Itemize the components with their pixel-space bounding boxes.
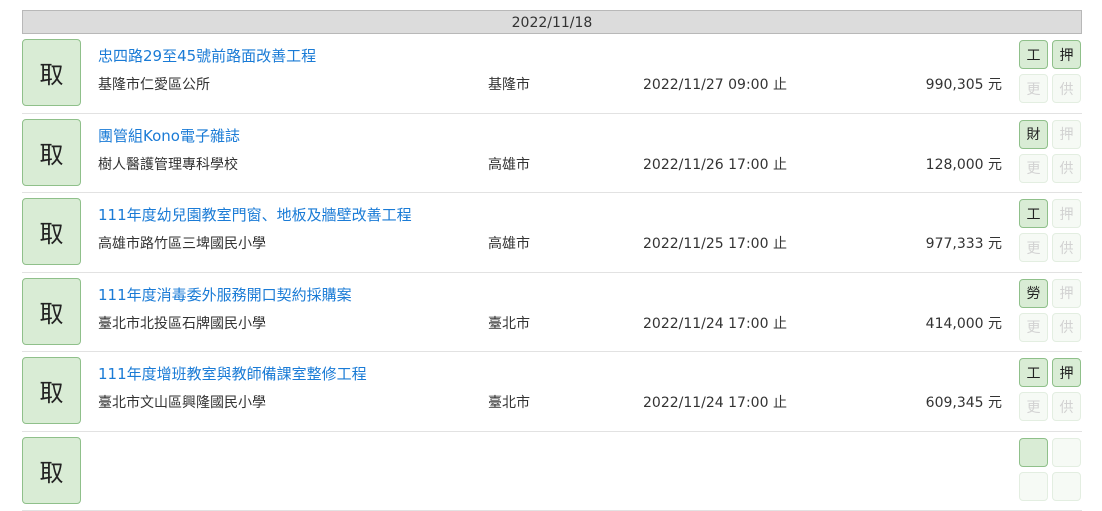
- take-button[interactable]: 取: [22, 278, 81, 345]
- agency-name: 臺北市北投區石牌國民小學: [98, 313, 266, 333]
- change-tag: [1019, 472, 1048, 501]
- tender-row: 取 111年度消毒委外服務開口契約採購案 臺北市北投區石牌國民小學 臺北市 20…: [22, 273, 1082, 353]
- city: 高雄市: [488, 154, 530, 174]
- tender-row: 取 111年度幼兒園教室門窗、地板及牆壁改善工程 高雄市路竹區三埤國民小學 高雄…: [22, 193, 1082, 273]
- tender-row: 取 111年度增班教室與教師備課室整修工程 臺北市文山區興隆國民小學 臺北市 2…: [22, 352, 1082, 432]
- category-tag[interactable]: [1019, 438, 1048, 467]
- supply-tag: 供: [1052, 313, 1081, 342]
- category-tag[interactable]: 工: [1019, 199, 1048, 228]
- city: 臺北市: [488, 392, 530, 412]
- deadline: 2022/11/24 17:00 止: [643, 392, 787, 412]
- deposit-tag: 押: [1052, 199, 1081, 228]
- deposit-tag: [1052, 438, 1081, 467]
- deadline: 2022/11/27 09:00 止: [643, 74, 787, 94]
- supply-tag: 供: [1052, 74, 1081, 103]
- tender-row: 取 團管組Kono電子雜誌 樹人醫護管理專科學校 高雄市 2022/11/26 …: [22, 114, 1082, 194]
- category-tag[interactable]: 工: [1019, 358, 1048, 387]
- tender-title-link[interactable]: 111年度消毒委外服務開口契約採購案: [98, 284, 352, 305]
- category-tag[interactable]: 財: [1019, 120, 1048, 149]
- take-button[interactable]: 取: [22, 198, 81, 265]
- agency-name: 樹人醫護管理專科學校: [98, 154, 238, 174]
- deadline: 2022/11/25 17:00 止: [643, 233, 787, 253]
- take-button[interactable]: 取: [22, 119, 81, 186]
- tender-title-link[interactable]: 團管組Kono電子雜誌: [98, 125, 240, 146]
- tender-rows: 取 忠四路29至45號前路面改善工程 基隆市仁愛區公所 基隆市 2022/11/…: [22, 34, 1082, 511]
- deadline: 2022/11/26 17:00 止: [643, 154, 787, 174]
- budget-amount: 414,000 元: [926, 313, 1002, 333]
- agency-name: 基隆市仁愛區公所: [98, 74, 210, 94]
- deposit-tag: 押: [1052, 120, 1081, 149]
- change-tag: 更: [1019, 233, 1048, 262]
- category-tag[interactable]: 工: [1019, 40, 1048, 69]
- budget-amount: 977,333 元: [926, 233, 1002, 253]
- change-tag: 更: [1019, 154, 1048, 183]
- city: 高雄市: [488, 233, 530, 253]
- change-tag: 更: [1019, 313, 1048, 342]
- agency-name: 高雄市路竹區三埤國民小學: [98, 233, 266, 253]
- deposit-tag[interactable]: 押: [1052, 358, 1081, 387]
- agency-name: 臺北市文山區興隆國民小學: [98, 392, 266, 412]
- take-button[interactable]: 取: [22, 39, 81, 106]
- city: 基隆市: [488, 74, 530, 94]
- tender-list: 2022/11/18 取 忠四路29至45號前路面改善工程 基隆市仁愛區公所 基…: [22, 10, 1082, 511]
- tender-title-link[interactable]: 111年度幼兒園教室門窗、地板及牆壁改善工程: [98, 204, 412, 225]
- city: 臺北市: [488, 313, 530, 333]
- deposit-tag: 押: [1052, 279, 1081, 308]
- supply-tag: 供: [1052, 392, 1081, 421]
- supply-tag: [1052, 472, 1081, 501]
- take-button[interactable]: 取: [22, 357, 81, 424]
- tender-title-link[interactable]: 忠四路29至45號前路面改善工程: [98, 45, 316, 66]
- date-header: 2022/11/18: [22, 10, 1082, 34]
- budget-amount: 990,305 元: [926, 74, 1002, 94]
- deposit-tag[interactable]: 押: [1052, 40, 1081, 69]
- supply-tag: 供: [1052, 154, 1081, 183]
- tender-title-link[interactable]: 111年度增班教室與教師備課室整修工程: [98, 363, 367, 384]
- tender-row: 取 忠四路29至45號前路面改善工程 基隆市仁愛區公所 基隆市 2022/11/…: [22, 34, 1082, 114]
- deadline: 2022/11/24 17:00 止: [643, 313, 787, 333]
- category-tag[interactable]: 勞: [1019, 279, 1048, 308]
- change-tag: 更: [1019, 74, 1048, 103]
- change-tag: 更: [1019, 392, 1048, 421]
- budget-amount: 609,345 元: [926, 392, 1002, 412]
- take-button[interactable]: 取: [22, 437, 81, 504]
- budget-amount: 128,000 元: [926, 154, 1002, 174]
- supply-tag: 供: [1052, 233, 1081, 262]
- tender-row: 取: [22, 432, 1082, 511]
